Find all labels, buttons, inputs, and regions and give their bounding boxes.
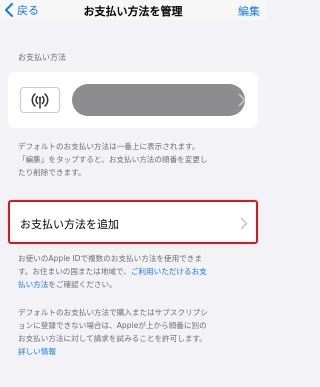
default-note-line: 「編集」をタップすると、お支払い方法の順番を変更し <box>18 155 208 164</box>
page-title: お支払い方法を管理 <box>83 5 183 18</box>
chevron-right-icon <box>238 93 246 107</box>
add-payment-label: お支払い方法を追加 <box>20 218 119 231</box>
apple-note-text: す。お住まいの国または地域で、 <box>18 267 131 276</box>
apple-note-line: 払い方法をご確認ください。 <box>18 278 254 291</box>
apple-note-text: をご確認ください。 <box>48 280 117 289</box>
available-payment-methods-link-cont[interactable]: 払い方法 <box>18 280 48 289</box>
apple-note-line: す。お住まいの国または地域で、ご利用いただけるお支 <box>18 265 254 278</box>
masked-card-info <box>72 84 245 116</box>
subscription-note-line: お支払い方法に対して請求を試みることを許可します。 <box>18 334 207 343</box>
payment-section-header: お支払い方法 <box>18 53 66 62</box>
subscription-billing-note: デフォルトのお支払い方法で購入またはサブスクリプシ ョンに登録できない場合は、A… <box>18 306 254 358</box>
add-payment-method-button[interactable]: お支払い方法を追加 <box>8 200 258 244</box>
apple-id-payment-note: お使いのApple IDで複数のお支払い方法を使用できま す。お住まいの国または… <box>18 252 254 291</box>
payment-method-card <box>8 72 258 128</box>
default-payment-note: デフォルトのお支払い方法は一番上に表示されます。 「編集」をタップすると、お支払… <box>18 140 254 179</box>
learn-more-link[interactable]: 詳しい情報 <box>18 345 254 358</box>
edit-button[interactable]: 編集 <box>238 3 260 19</box>
navigation-bar: 戻る お支払い方法を管理 編集 <box>0 0 266 20</box>
card-thumbnail <box>20 87 60 113</box>
chevron-right-icon <box>240 217 248 230</box>
default-note-line: たり削除できます。 <box>18 168 86 177</box>
contactless-icon <box>31 93 49 109</box>
available-payment-methods-link[interactable]: ご利用いただけるお支 <box>131 267 207 276</box>
subscription-note-line: デフォルトのお支払い方法で購入またはサブスクリプシ <box>18 308 208 317</box>
subscription-note-line: ョンに登録できない場合は、Appleが上から順番に別の <box>18 321 207 330</box>
apple-note-line: お使いのApple IDで複数のお支払い方法を使用できま <box>18 254 202 263</box>
default-note-line: デフォルトのお支払い方法は一番上に表示されます。 <box>18 142 200 151</box>
payment-method-row[interactable] <box>20 82 246 118</box>
